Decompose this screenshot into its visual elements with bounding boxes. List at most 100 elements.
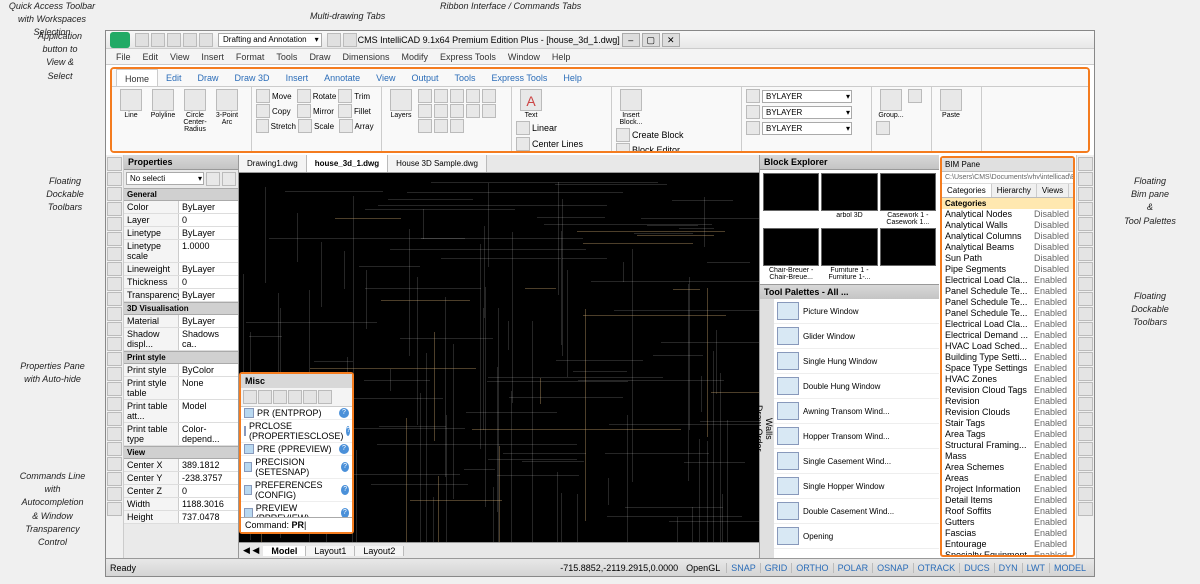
util-icon[interactable]	[908, 89, 922, 103]
prop-row[interactable]: Center Y-238.3757	[124, 472, 238, 485]
block-thumbnail[interactable]	[880, 228, 936, 281]
toolbar-icon[interactable]	[107, 307, 122, 321]
bim-category-row[interactable]: Project InformationEnabled	[942, 484, 1073, 495]
bim-tab[interactable]: Views	[1037, 184, 1069, 197]
qat-undo-icon[interactable]	[183, 33, 197, 47]
prop-row[interactable]: Shadow displ...Shadows ca..	[124, 328, 238, 351]
block-thumbnail[interactable]	[763, 173, 819, 226]
linetype-combo[interactable]: BYLAYER	[762, 122, 852, 135]
toolbar-icon[interactable]	[1078, 187, 1093, 201]
prop-row[interactable]: Print style tableNone	[124, 377, 238, 400]
toolbar-icon[interactable]	[107, 352, 122, 366]
toolbar-icon[interactable]	[1078, 322, 1093, 336]
menu-format[interactable]: Format	[230, 49, 271, 64]
maximize-button[interactable]: ▢	[642, 33, 660, 47]
modify-move[interactable]: Move	[256, 89, 295, 103]
text-button[interactable]: AText	[516, 89, 546, 119]
palette-item[interactable]: Double Casement Wind...	[774, 499, 939, 524]
menu-edit[interactable]: Edit	[137, 49, 165, 64]
toolbar-icon[interactable]	[1078, 457, 1093, 471]
cmd-suggestion[interactable]: PRE (PPREVIEW)?	[241, 443, 352, 456]
layout-tab[interactable]: Model	[263, 546, 306, 556]
bim-category-row[interactable]: Revision CloudsEnabled	[942, 407, 1073, 418]
layer-icon[interactable]	[434, 119, 448, 133]
toolbar-icon[interactable]	[1078, 307, 1093, 321]
modify-stretch[interactable]: Stretch	[256, 119, 296, 133]
toolbar-icon[interactable]	[1078, 367, 1093, 381]
prop-row[interactable]: Print table typeColor-depend...	[124, 423, 238, 446]
linetype-icon[interactable]	[746, 121, 760, 135]
toolbar-icon[interactable]	[1078, 277, 1093, 291]
bim-category-row[interactable]: Electrical Load Cla...Enabled	[942, 319, 1073, 330]
toolbar-icon[interactable]	[107, 367, 122, 381]
bim-tab[interactable]: Categories	[942, 184, 992, 197]
menu-draw[interactable]: Draw	[303, 49, 336, 64]
toolbar-icon[interactable]	[107, 487, 122, 501]
palette-side-tab[interactable]: Walls	[764, 299, 774, 558]
drawing-tab[interactable]: House 3D Sample.dwg	[388, 155, 487, 172]
close-button[interactable]: ✕	[662, 33, 680, 47]
toolbar-icon[interactable]	[107, 442, 122, 456]
color-icon[interactable]	[746, 89, 760, 103]
toolbar-icon[interactable]	[1078, 172, 1093, 186]
qat-new-icon[interactable]	[135, 33, 149, 47]
prop-row[interactable]: Linetype scale1.0000	[124, 240, 238, 263]
bim-category-row[interactable]: Stair TagsEnabled	[942, 418, 1073, 429]
bim-category-row[interactable]: GuttersEnabled	[942, 517, 1073, 528]
toolbar-icon[interactable]	[107, 337, 122, 351]
modify-mirror[interactable]: Mirror	[297, 104, 336, 118]
command-line[interactable]: Command: PR|	[241, 517, 352, 532]
toolbar-icon[interactable]	[1078, 217, 1093, 231]
bim-category-row[interactable]: Structural Framing...Enabled	[942, 440, 1073, 451]
selection-combo[interactable]: No selecti	[126, 172, 204, 185]
menu-window[interactable]: Window	[502, 49, 546, 64]
ribbon-tab-annotate[interactable]: Annotate	[316, 69, 368, 86]
prop-row[interactable]: Width1188.3016	[124, 498, 238, 511]
bim-tab[interactable]: Hierarchy	[992, 184, 1037, 197]
toolbar-icon[interactable]	[107, 382, 122, 396]
toolbar-icon[interactable]	[1078, 292, 1093, 306]
toolbar-icon[interactable]	[107, 502, 122, 516]
bim-category-row[interactable]: Electrical Load Cla...Enabled	[942, 275, 1073, 286]
prop-row[interactable]: LineweightByLayer	[124, 263, 238, 276]
prop-group[interactable]: View	[124, 446, 238, 459]
layer-icon[interactable]	[434, 89, 448, 103]
drawing-tab[interactable]: house_3d_1.dwg	[307, 155, 388, 172]
bim-category-row[interactable]: Analytical BeamsDisabled	[942, 242, 1073, 253]
draw-circle[interactable]: CircleCenter-Radius	[180, 89, 210, 133]
misc-icon[interactable]	[258, 390, 272, 404]
toolbar-icon[interactable]	[107, 232, 122, 246]
status-toggle-osnap[interactable]: OSNAP	[872, 563, 913, 573]
toolbar-icon[interactable]	[107, 397, 122, 411]
prop-row[interactable]: Print table att...Model	[124, 400, 238, 423]
layer-icon[interactable]	[418, 89, 432, 103]
ribbon-tab-help[interactable]: Help	[555, 69, 590, 86]
status-toggle-grid[interactable]: GRID	[760, 563, 792, 573]
modify-array[interactable]: Array	[339, 119, 378, 133]
menu-insert[interactable]: Insert	[195, 49, 230, 64]
toolbar-icon[interactable]	[107, 262, 122, 276]
layer-icon[interactable]	[466, 89, 480, 103]
toolbar-icon[interactable]	[1078, 427, 1093, 441]
layer-icon[interactable]	[418, 104, 432, 118]
misc-icon[interactable]	[318, 390, 332, 404]
cmd-suggestion[interactable]: PREVIEW (PPREVIEW)?	[241, 502, 352, 517]
modify-fillet[interactable]: Fillet	[338, 104, 377, 118]
palette-item[interactable]: Single Casement Wind...	[774, 449, 939, 474]
bim-category-row[interactable]: EntourageEnabled	[942, 539, 1073, 550]
insert-block-button[interactable]: Insert Block...	[616, 89, 646, 126]
toolbar-icon[interactable]	[1078, 472, 1093, 486]
palette-item[interactable]: Single Hung Window	[774, 349, 939, 374]
misc-icon[interactable]	[273, 390, 287, 404]
layer-icon[interactable]	[450, 104, 464, 118]
status-toggle-otrack[interactable]: OTRACK	[913, 563, 960, 573]
application-button[interactable]	[110, 32, 130, 48]
layer-icon[interactable]	[434, 104, 448, 118]
layout-nav[interactable]: ◀ ◀	[239, 545, 263, 556]
color-combo[interactable]: BYLAYER	[762, 90, 852, 103]
toolbar-icon[interactable]	[1078, 442, 1093, 456]
toolbar-icon[interactable]	[107, 217, 122, 231]
toolbar-icon[interactable]	[1078, 352, 1093, 366]
block-thumbnail[interactable]: Casework 1 - Casework 1...	[880, 173, 936, 226]
prop-row[interactable]: TransparencyByLayer	[124, 289, 238, 302]
